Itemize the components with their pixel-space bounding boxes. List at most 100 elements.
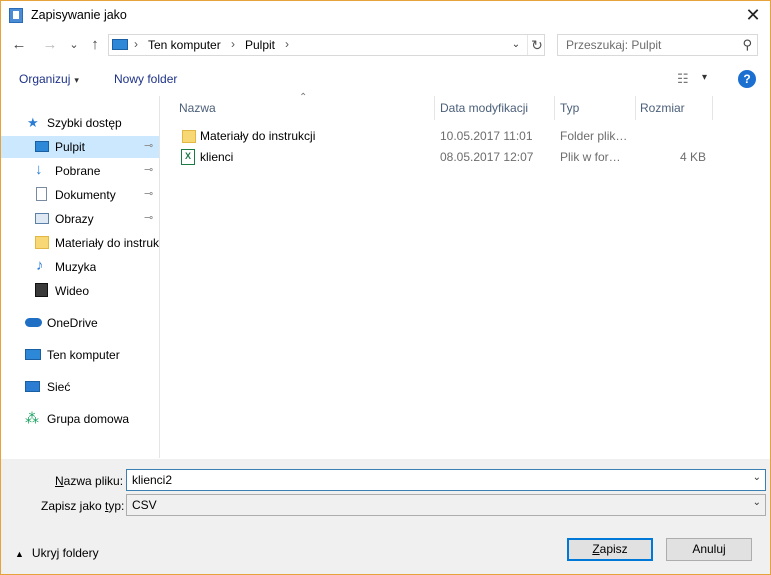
hide-folders-button[interactable]: ▲ Ukryj foldery [15,546,99,560]
folder-icon [182,130,196,143]
breadcrumb-desktop[interactable]: Pulpit [245,38,275,52]
chevron-up-icon: ▲ [15,549,24,559]
title-bar: Zapisywanie jako ✕ [1,1,770,31]
sidebar-item-label: Sieć [47,380,71,394]
sidebar-item-downloads[interactable]: ↓ Pobrane ⊸ [1,160,159,182]
sort-ascending-icon: ⌃ [299,92,308,103]
column-divider[interactable] [434,96,435,120]
desktop-icon [35,141,49,152]
organize-label: Organizuj [19,72,71,86]
file-date-modified: 08.05.2017 12:07 [440,150,534,164]
column-header-date-modified[interactable]: Data modyfikacji [440,101,528,115]
star-icon: ★ [27,115,39,130]
sidebar-item-instructions-folder[interactable]: Materiały do instrukcji [1,232,159,254]
hide-folders-label: Ukryj foldery [31,546,99,560]
breadcrumb-separator[interactable]: › [231,37,235,51]
close-button[interactable]: ✕ [736,1,770,31]
forward-button[interactable]: → [40,34,60,56]
sidebar-item-videos[interactable]: Wideo [1,280,159,302]
pin-icon[interactable]: ⊸ [144,211,153,224]
search-icon: ⚲ [742,37,752,52]
sidebar-item-pictures[interactable]: Obrazy ⊸ [1,208,159,230]
file-date-modified: 10.05.2017 11:01 [440,129,533,143]
navigation-pane: ★ Szybki dostęp Pulpit ⊸ ↓ Pobrane ⊸ Dok… [1,96,160,458]
column-header-size[interactable]: Rozmiar [640,101,685,115]
sidebar-item-network[interactable]: Sieć [1,376,159,398]
sidebar-item-label: Wideo [55,284,90,298]
new-folder-button[interactable]: Nowy folder [114,72,177,86]
save-as-dialog: Zapisywanie jako ✕ ← → ⌄ ↑ › Ten kompute… [0,0,771,575]
folder-icon [35,236,49,249]
view-options-icon[interactable]: ☷ [677,71,689,87]
window-title: Zapisywanie jako [31,8,127,22]
homegroup-icon: ⁂ [25,410,39,426]
sidebar-item-homegroup[interactable]: ⁂ Grupa domowa [1,408,159,430]
sidebar-item-label: Muzyka [55,260,97,274]
file-size: 4 KB [679,150,706,164]
column-divider[interactable] [712,96,713,120]
chevron-down-icon[interactable]: ▾ [702,72,707,83]
recent-locations-button[interactable]: ⌄ [64,34,84,56]
column-divider[interactable] [554,96,555,120]
search-input[interactable]: Przeszukaj: Pulpit ⚲ [557,34,758,56]
sidebar-item-label: Materiały do instrukcji [55,236,159,250]
column-header-type[interactable]: Typ [560,101,579,115]
breadcrumb-separator[interactable]: › [134,37,138,51]
help-icon[interactable]: ? [738,70,756,88]
cancel-button[interactable]: Anuluj [666,538,752,561]
file-row[interactable]: Materiały do instrukcji 10.05.2017 11:01… [161,126,770,147]
breadcrumb-this-pc[interactable]: Ten komputer [148,38,221,52]
save-button[interactable]: Zapisz [567,538,653,561]
sidebar-item-label: OneDrive [47,316,98,330]
refresh-button[interactable]: ↻ [527,35,546,55]
column-header-name[interactable]: Nazwa [179,101,216,115]
sidebar-item-label: Grupa domowa [47,412,130,426]
organize-button[interactable]: Organizuj ▾ [19,72,79,86]
file-row[interactable]: X klienci 08.05.2017 12:07 Plik w for… 4… [161,147,770,168]
sidebar-item-label: Szybki dostęp [47,116,122,130]
address-bar[interactable]: › Ten komputer › Pulpit › ⌄ ↻ [108,34,545,56]
toolbar: Organizuj ▾ Nowy folder [1,64,770,94]
video-icon [35,283,48,297]
sidebar-item-quick-access[interactable]: ★ Szybki dostęp [1,112,159,134]
app-icon [9,8,23,23]
sidebar-item-label: Pulpit [55,140,86,154]
sidebar-item-label: Pobrane [55,164,101,178]
sidebar-item-documents[interactable]: Dokumenty ⊸ [1,184,159,206]
up-button[interactable]: ↑ [85,34,105,56]
filename-value: klienci2 [132,473,173,487]
file-type: Plik w for… [560,150,621,164]
sidebar-item-label: Obrazy [55,212,94,226]
music-icon: ♪ [36,257,44,274]
computer-icon [25,349,41,360]
file-list-header: ⌃ Nazwa Data modyfikacji Typ Rozmiar [161,92,770,120]
pin-icon[interactable]: ⊸ [144,187,153,200]
address-dropdown-button[interactable]: ⌄ [508,36,524,54]
pictures-icon [35,213,49,224]
sidebar-item-this-pc[interactable]: Ten komputer [1,344,159,366]
pin-icon[interactable]: ⊸ [144,139,153,152]
filetype-value: CSV [132,498,157,512]
column-divider[interactable] [635,96,636,120]
sidebar-item-desktop[interactable]: Pulpit ⊸ [1,136,159,158]
filetype-select[interactable]: CSV ⌄ [126,494,766,516]
sidebar-item-onedrive[interactable]: OneDrive [1,312,159,334]
download-icon: ↓ [35,161,43,178]
file-name: klienci [200,150,234,164]
pin-icon[interactable]: ⊸ [144,163,153,176]
documents-icon [36,187,47,201]
filename-input[interactable]: klienci2 ⌄ [126,469,766,491]
sidebar-item-label: Dokumenty [55,188,116,202]
onedrive-icon [25,318,42,327]
excel-file-icon: X [181,149,195,165]
network-icon [25,381,40,392]
back-button[interactable]: ← [9,34,29,56]
filename-label: Nazwa pliku: [55,474,124,488]
breadcrumb-separator[interactable]: › [285,37,289,51]
filetype-label: Zapisz jako typ: [41,499,125,513]
chevron-down-icon: ⌄ [752,497,761,508]
chevron-down-icon[interactable]: ⌄ [753,472,761,483]
sidebar-item-music[interactable]: ♪ Muzyka [1,256,159,278]
chevron-down-icon: ▾ [74,75,79,85]
file-name: Materiały do instrukcji [200,129,316,143]
